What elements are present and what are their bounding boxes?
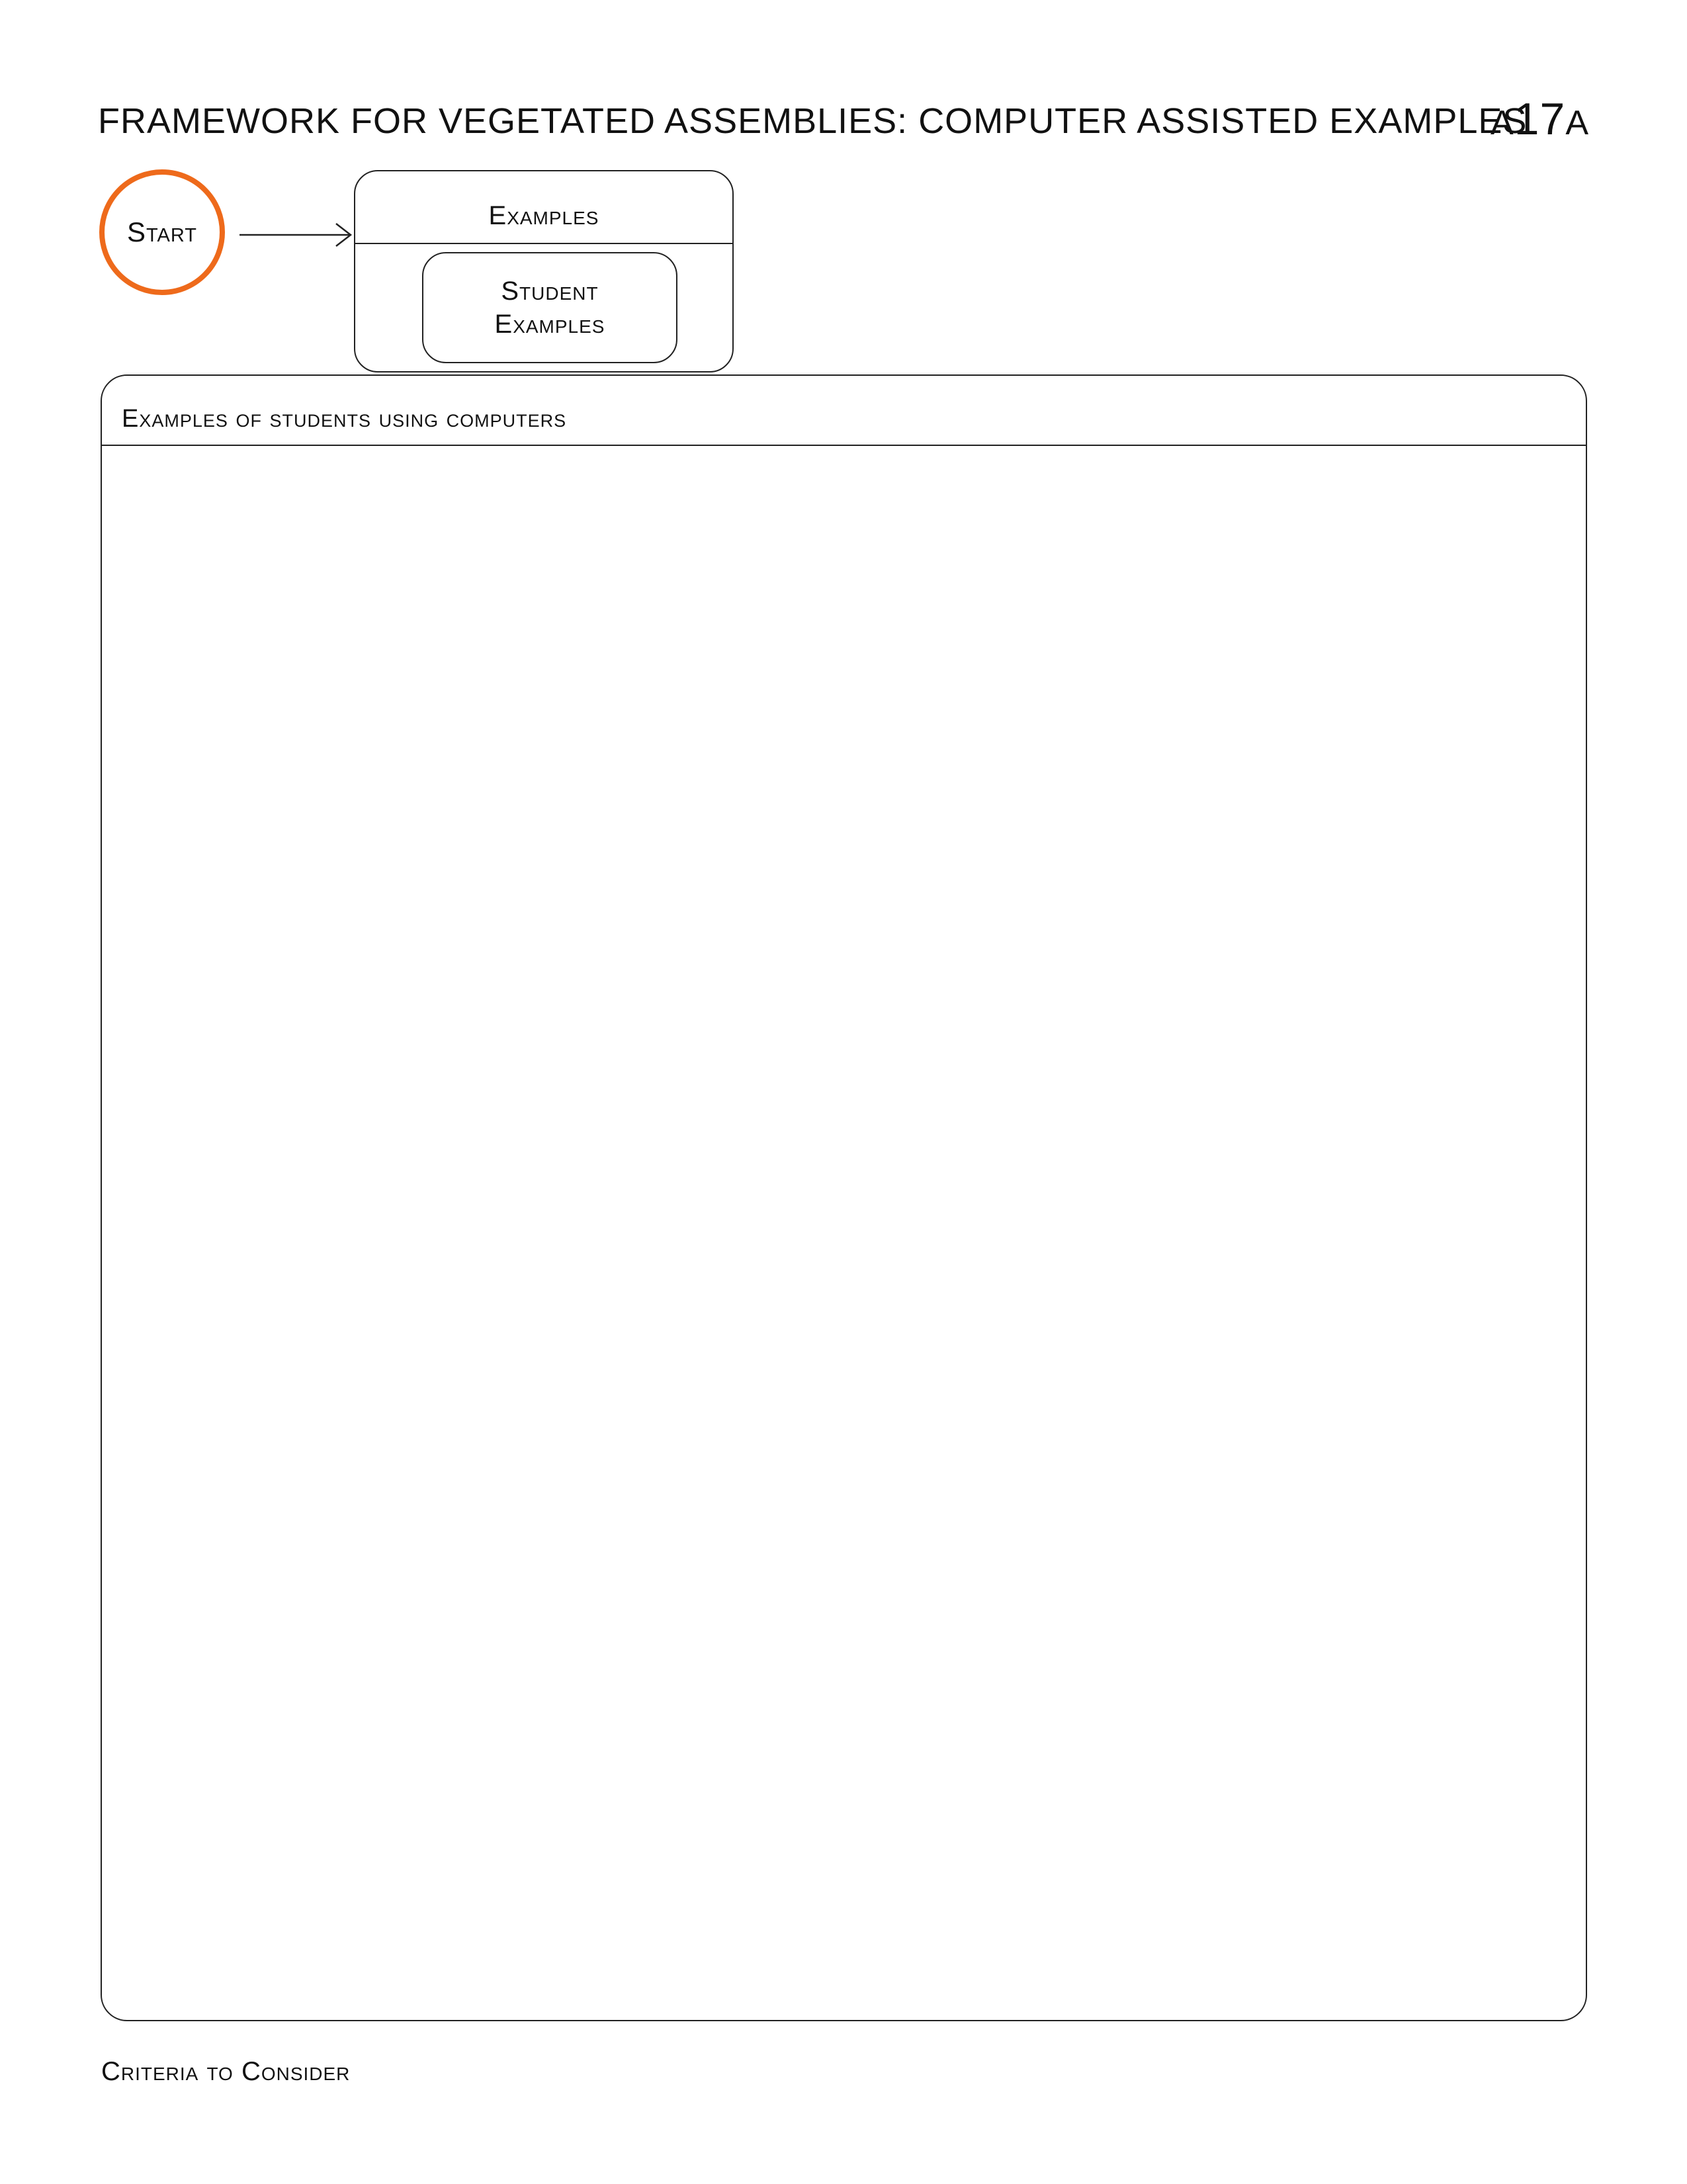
page-title: FRAMEWORK FOR VEGETATED ASSEMBLIES: COMP… bbox=[98, 101, 1528, 141]
student-examples-node: Student Examples bbox=[422, 252, 677, 363]
start-node: Start bbox=[99, 169, 225, 295]
start-label: Start bbox=[126, 216, 198, 247]
page-code-prefix: A bbox=[1490, 104, 1514, 142]
students-examples-panel: Examples of students using computers bbox=[101, 374, 1587, 2021]
panel-header: Examples of students using computers bbox=[102, 376, 1586, 446]
student-examples-label-line2: Examples bbox=[494, 310, 605, 339]
page-code-number: 17 bbox=[1514, 94, 1566, 144]
examples-label: Examples bbox=[488, 201, 599, 230]
panel-title: Examples of students using computers bbox=[122, 405, 567, 433]
page-code: A17A bbox=[1491, 93, 1589, 150]
criteria-label: Criteria to Consider bbox=[101, 2057, 351, 2086]
student-examples-label-line1: Student bbox=[501, 277, 599, 306]
examples-divider bbox=[355, 243, 732, 244]
page-code-suffix: A bbox=[1565, 104, 1589, 142]
start-to-examples-arrow bbox=[239, 223, 353, 247]
examples-state-box: Examples Student Examples bbox=[354, 170, 734, 372]
